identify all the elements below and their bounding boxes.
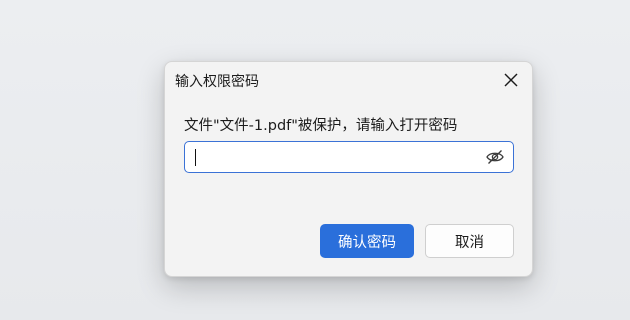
close-button[interactable] [498, 67, 524, 93]
close-icon [504, 73, 518, 87]
password-input[interactable] [193, 145, 473, 169]
dialog-title: 输入权限密码 [175, 74, 259, 90]
password-field[interactable] [184, 141, 514, 173]
desktop-background: 输入权限密码 文件"文件-1.pdf"被保护，请输入打开密码 确认密码 取消 [0, 0, 630, 320]
confirm-password-label: 确认密码 [338, 234, 396, 251]
text-caret [195, 149, 196, 166]
dialog-message: 文件"文件-1.pdf"被保护，请输入打开密码 [184, 118, 458, 134]
dialog-title-bar: 输入权限密码 [165, 62, 532, 98]
eye-off-icon [486, 150, 504, 164]
confirm-password-button[interactable]: 确认密码 [320, 224, 414, 258]
password-dialog: 输入权限密码 文件"文件-1.pdf"被保护，请输入打开密码 确认密码 取消 [164, 61, 533, 277]
cancel-label: 取消 [455, 234, 484, 251]
cancel-button[interactable]: 取消 [425, 224, 514, 258]
password-visibility-toggle[interactable] [485, 147, 505, 167]
